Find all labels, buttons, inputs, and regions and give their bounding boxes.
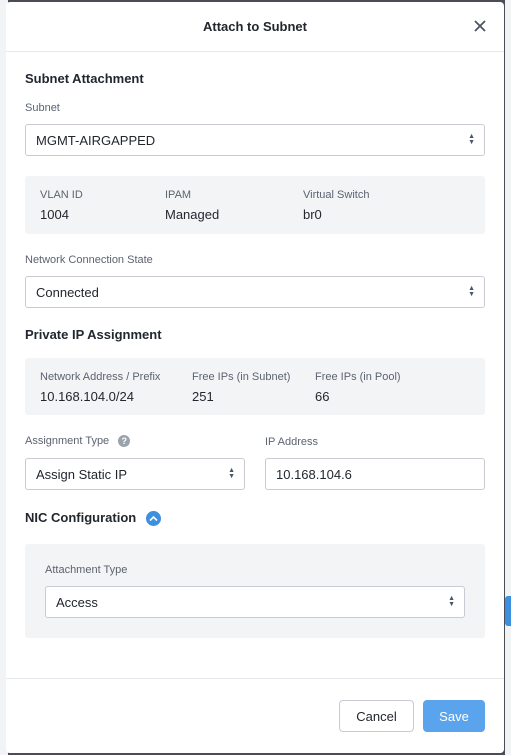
close-icon[interactable] bbox=[472, 18, 488, 34]
attachment-type-select[interactable]: Access ▲ ▼ bbox=[45, 586, 465, 618]
free-ips-subnet-info: Free IPs (in Subnet) 251 bbox=[192, 371, 290, 404]
assignment-type-select[interactable]: Assign Static IP ▲ ▼ bbox=[25, 458, 245, 490]
attach-to-subnet-modal: Attach to Subnet Subnet Attachment Subne… bbox=[6, 2, 504, 753]
nic-config-panel: Attachment Type Access ▲ ▼ bbox=[25, 544, 485, 638]
select-arrows-icon: ▲ ▼ bbox=[448, 595, 455, 608]
ip-address-value: 10.168.104.6 bbox=[276, 466, 352, 482]
network-address-value: 10.168.104.0/24 bbox=[40, 389, 134, 404]
subnet-attachment-title: Subnet Attachment bbox=[25, 71, 144, 86]
select-arrows-icon: ▲ ▼ bbox=[468, 285, 475, 298]
cancel-button[interactable]: Cancel bbox=[339, 700, 414, 732]
modal-header: Attach to Subnet bbox=[6, 2, 504, 52]
free-ips-pool-label: Free IPs (in Pool) bbox=[315, 371, 401, 383]
free-ips-subnet-value: 251 bbox=[192, 389, 214, 404]
attachment-type-value: Access bbox=[56, 594, 98, 610]
save-button[interactable]: Save bbox=[423, 700, 485, 732]
ipam-value: Managed bbox=[165, 207, 220, 222]
nic-config-title-wrap: NIC Configuration bbox=[25, 510, 161, 527]
ip-address-input[interactable]: 10.168.104.6 bbox=[265, 458, 485, 490]
free-ips-subnet-label: Free IPs (in Subnet) bbox=[192, 371, 291, 383]
help-icon[interactable]: ? bbox=[118, 435, 131, 448]
virtual-switch-value: br0 bbox=[303, 207, 322, 222]
connection-state-value: Connected bbox=[36, 284, 99, 300]
virtual-switch-label: Virtual Switch bbox=[303, 189, 370, 201]
network-address-label: Network Address / Prefix bbox=[40, 371, 161, 383]
background-button-fragment bbox=[505, 596, 511, 626]
subnet-select[interactable]: MGMT-AIRGAPPED ▲ ▼ bbox=[25, 124, 485, 156]
select-arrows-icon: ▲ ▼ bbox=[468, 133, 475, 146]
free-ips-pool-info: Free IPs (in Pool) 66 bbox=[315, 371, 401, 404]
free-ips-pool-value: 66 bbox=[315, 389, 330, 404]
connection-state-label: Network Connection State bbox=[25, 254, 153, 266]
select-arrows-icon: ▲ ▼ bbox=[228, 467, 235, 480]
subnet-info-box: VLAN ID 1004 IPAM Managed Virtual Switch… bbox=[25, 176, 485, 234]
subnet-select-value: MGMT-AIRGAPPED bbox=[36, 132, 156, 148]
virtual-switch-info: Virtual Switch br0 bbox=[303, 189, 369, 222]
vlan-id-info: VLAN ID 1004 bbox=[40, 189, 83, 222]
attachment-type-label: Attachment Type bbox=[45, 564, 128, 576]
chevron-up-icon[interactable] bbox=[145, 511, 161, 527]
connection-state-select[interactable]: Connected ▲ ▼ bbox=[25, 276, 485, 308]
subnet-label: Subnet bbox=[25, 102, 60, 114]
modal-footer: Cancel Save bbox=[6, 678, 504, 753]
network-address-info: Network Address / Prefix 10.168.104.0/24 bbox=[40, 371, 160, 404]
assignment-type-value: Assign Static IP bbox=[36, 466, 128, 482]
ipam-label: IPAM bbox=[165, 189, 192, 201]
vlan-id-value: 1004 bbox=[40, 207, 69, 222]
assignment-type-label: Assignment Type bbox=[25, 435, 110, 447]
private-ip-info-box: Network Address / Prefix 10.168.104.0/24… bbox=[25, 358, 485, 415]
ip-address-label: IP Address bbox=[265, 436, 318, 448]
nic-config-title: NIC Configuration bbox=[25, 510, 137, 525]
private-ip-title: Private IP Assignment bbox=[25, 327, 162, 342]
vlan-id-label: VLAN ID bbox=[40, 189, 83, 201]
ipam-info: IPAM Managed bbox=[165, 189, 219, 222]
background-page-right bbox=[505, 0, 511, 755]
assignment-type-label-wrap: Assignment Type ? bbox=[25, 435, 131, 448]
modal-title: Attach to Subnet bbox=[203, 19, 307, 34]
